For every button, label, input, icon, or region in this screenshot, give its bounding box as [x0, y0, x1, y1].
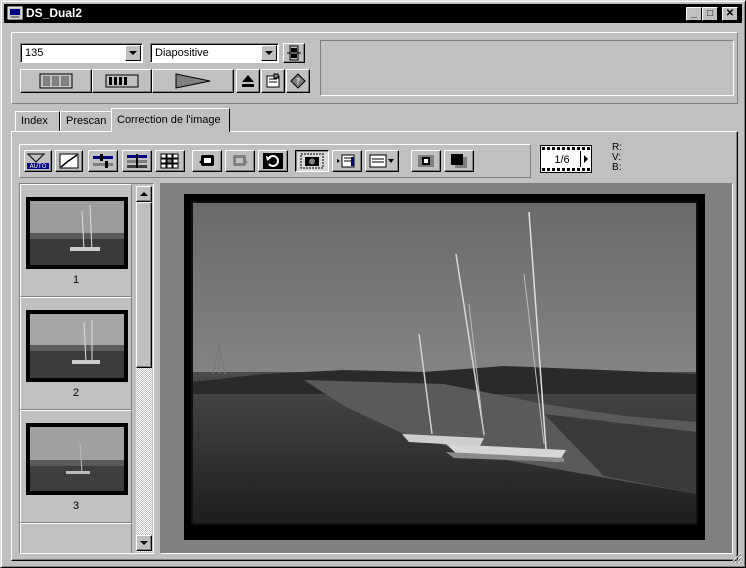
preferences-icon — [266, 73, 280, 88]
brightness-contrast-icon — [93, 154, 113, 168]
thumbnail-number: 2 — [72, 387, 80, 399]
prescan-icon — [105, 74, 139, 88]
arrow-right-icon — [583, 155, 588, 163]
index-scan-button[interactable] — [20, 69, 92, 93]
grain-dissolver-icon — [418, 155, 434, 167]
resize-grip-icon[interactable] — [730, 552, 742, 564]
thumbnail-number: 1 — [72, 274, 80, 286]
scan-control-panel: 135 Diapositive ? — [11, 32, 738, 104]
window-title: DS_Dual2 — [26, 6, 83, 20]
invert-icon — [451, 154, 467, 168]
color-balance-button[interactable] — [122, 150, 152, 172]
scrollbar-thumb[interactable] — [136, 202, 152, 368]
thumbnail-item[interactable]: 2 — [20, 297, 132, 410]
index-scan-icon — [39, 73, 73, 89]
thumbnail-strip: 1 2 3 — [19, 183, 154, 554]
chevron-down-icon[interactable] — [261, 45, 277, 61]
scan-button[interactable] — [152, 69, 234, 93]
app-window: DS_Dual2 _ □ ✕ 135 Diapositive ? Index P… — [0, 0, 746, 568]
tone-curve-icon — [59, 153, 79, 169]
scroll-up-button[interactable] — [136, 186, 152, 202]
film-format-value: 135 — [25, 47, 44, 59]
title-bar[interactable]: DS_Dual2 _ □ ✕ — [4, 4, 742, 23]
svg-text:?: ? — [296, 77, 300, 86]
undo-button[interactable] — [192, 150, 222, 172]
film-perforation — [542, 147, 590, 150]
jobs-icon — [337, 154, 355, 168]
thumbnail-number: 3 — [72, 500, 80, 512]
jobs-button[interactable] — [332, 150, 362, 172]
thumbnail-item[interactable]: 1 — [20, 184, 132, 297]
grain-dissolver-button[interactable] — [411, 150, 441, 172]
tone-curve-button[interactable] — [55, 150, 83, 172]
redo-icon — [233, 155, 248, 166]
auto-exposure-button[interactable]: AUTO — [24, 150, 52, 172]
film-type-value: Diapositive — [155, 47, 209, 59]
correction-toolbar: AUTO — [19, 144, 531, 178]
undo-icon — [199, 155, 214, 166]
film-perforation — [542, 168, 590, 171]
redo-button[interactable] — [225, 150, 255, 172]
thumbnail-item[interactable]: 3 — [20, 410, 132, 523]
chevron-down-icon[interactable] — [125, 45, 141, 61]
preferences-button[interactable] — [261, 69, 285, 93]
reset-button[interactable] — [258, 150, 288, 172]
film-type-select[interactable]: Diapositive — [150, 43, 279, 63]
variations-button[interactable] — [155, 150, 185, 172]
thumbnail-image — [26, 423, 128, 495]
thumbnail-image — [26, 197, 128, 269]
brightness-contrast-button[interactable] — [88, 150, 118, 172]
arrow-down-icon — [140, 541, 148, 545]
image-correction-panel: AUTO 1/6 R: V: B: 1 2 3 — [11, 131, 738, 561]
color-balance-icon — [127, 154, 147, 168]
scan-icon — [175, 73, 211, 89]
film-format-select[interactable]: 135 — [20, 43, 143, 63]
auto-exposure-icon: AUTO — [26, 153, 49, 170]
variations-icon — [160, 153, 179, 169]
next-frame-button[interactable] — [580, 151, 590, 167]
frame-counter: 1/6 — [540, 145, 592, 173]
arrow-up-icon — [140, 192, 148, 196]
eject-icon — [242, 75, 254, 87]
close-button[interactable]: ✕ — [722, 7, 738, 21]
maximize-button[interactable]: □ — [702, 7, 718, 21]
minimize-button[interactable]: _ — [686, 7, 702, 21]
tab-index[interactable]: Index — [15, 111, 60, 131]
prescan-button[interactable] — [92, 69, 152, 93]
thumbnail-image — [26, 310, 128, 382]
invert-button[interactable] — [444, 150, 474, 172]
settings-icon — [369, 154, 394, 168]
tab-prescan[interactable]: Prescan — [60, 111, 113, 131]
preview-area — [160, 183, 733, 554]
thumbnail-item[interactable] — [20, 523, 132, 553]
app-icon — [7, 6, 23, 20]
frame-counter-text: 1/6 — [554, 154, 570, 166]
rgb-b-label: B: — [612, 162, 622, 173]
help-icon: ? — [290, 73, 306, 89]
eject-button[interactable] — [236, 69, 260, 93]
film-holder-button[interactable] — [283, 43, 305, 63]
preview-image[interactable] — [184, 194, 705, 540]
reset-icon — [263, 153, 283, 169]
crop-scan-icon — [300, 153, 324, 169]
status-area — [320, 40, 734, 96]
settings-dropdown-button[interactable] — [365, 150, 399, 172]
help-button[interactable]: ? — [286, 69, 310, 93]
tab-image-correction[interactable]: Correction de l'image — [111, 108, 230, 132]
scroll-down-button[interactable] — [136, 535, 152, 551]
crop-scan-button[interactable] — [295, 150, 329, 172]
svg-text:AUTO: AUTO — [30, 163, 47, 170]
film-holder-icon — [287, 45, 301, 61]
